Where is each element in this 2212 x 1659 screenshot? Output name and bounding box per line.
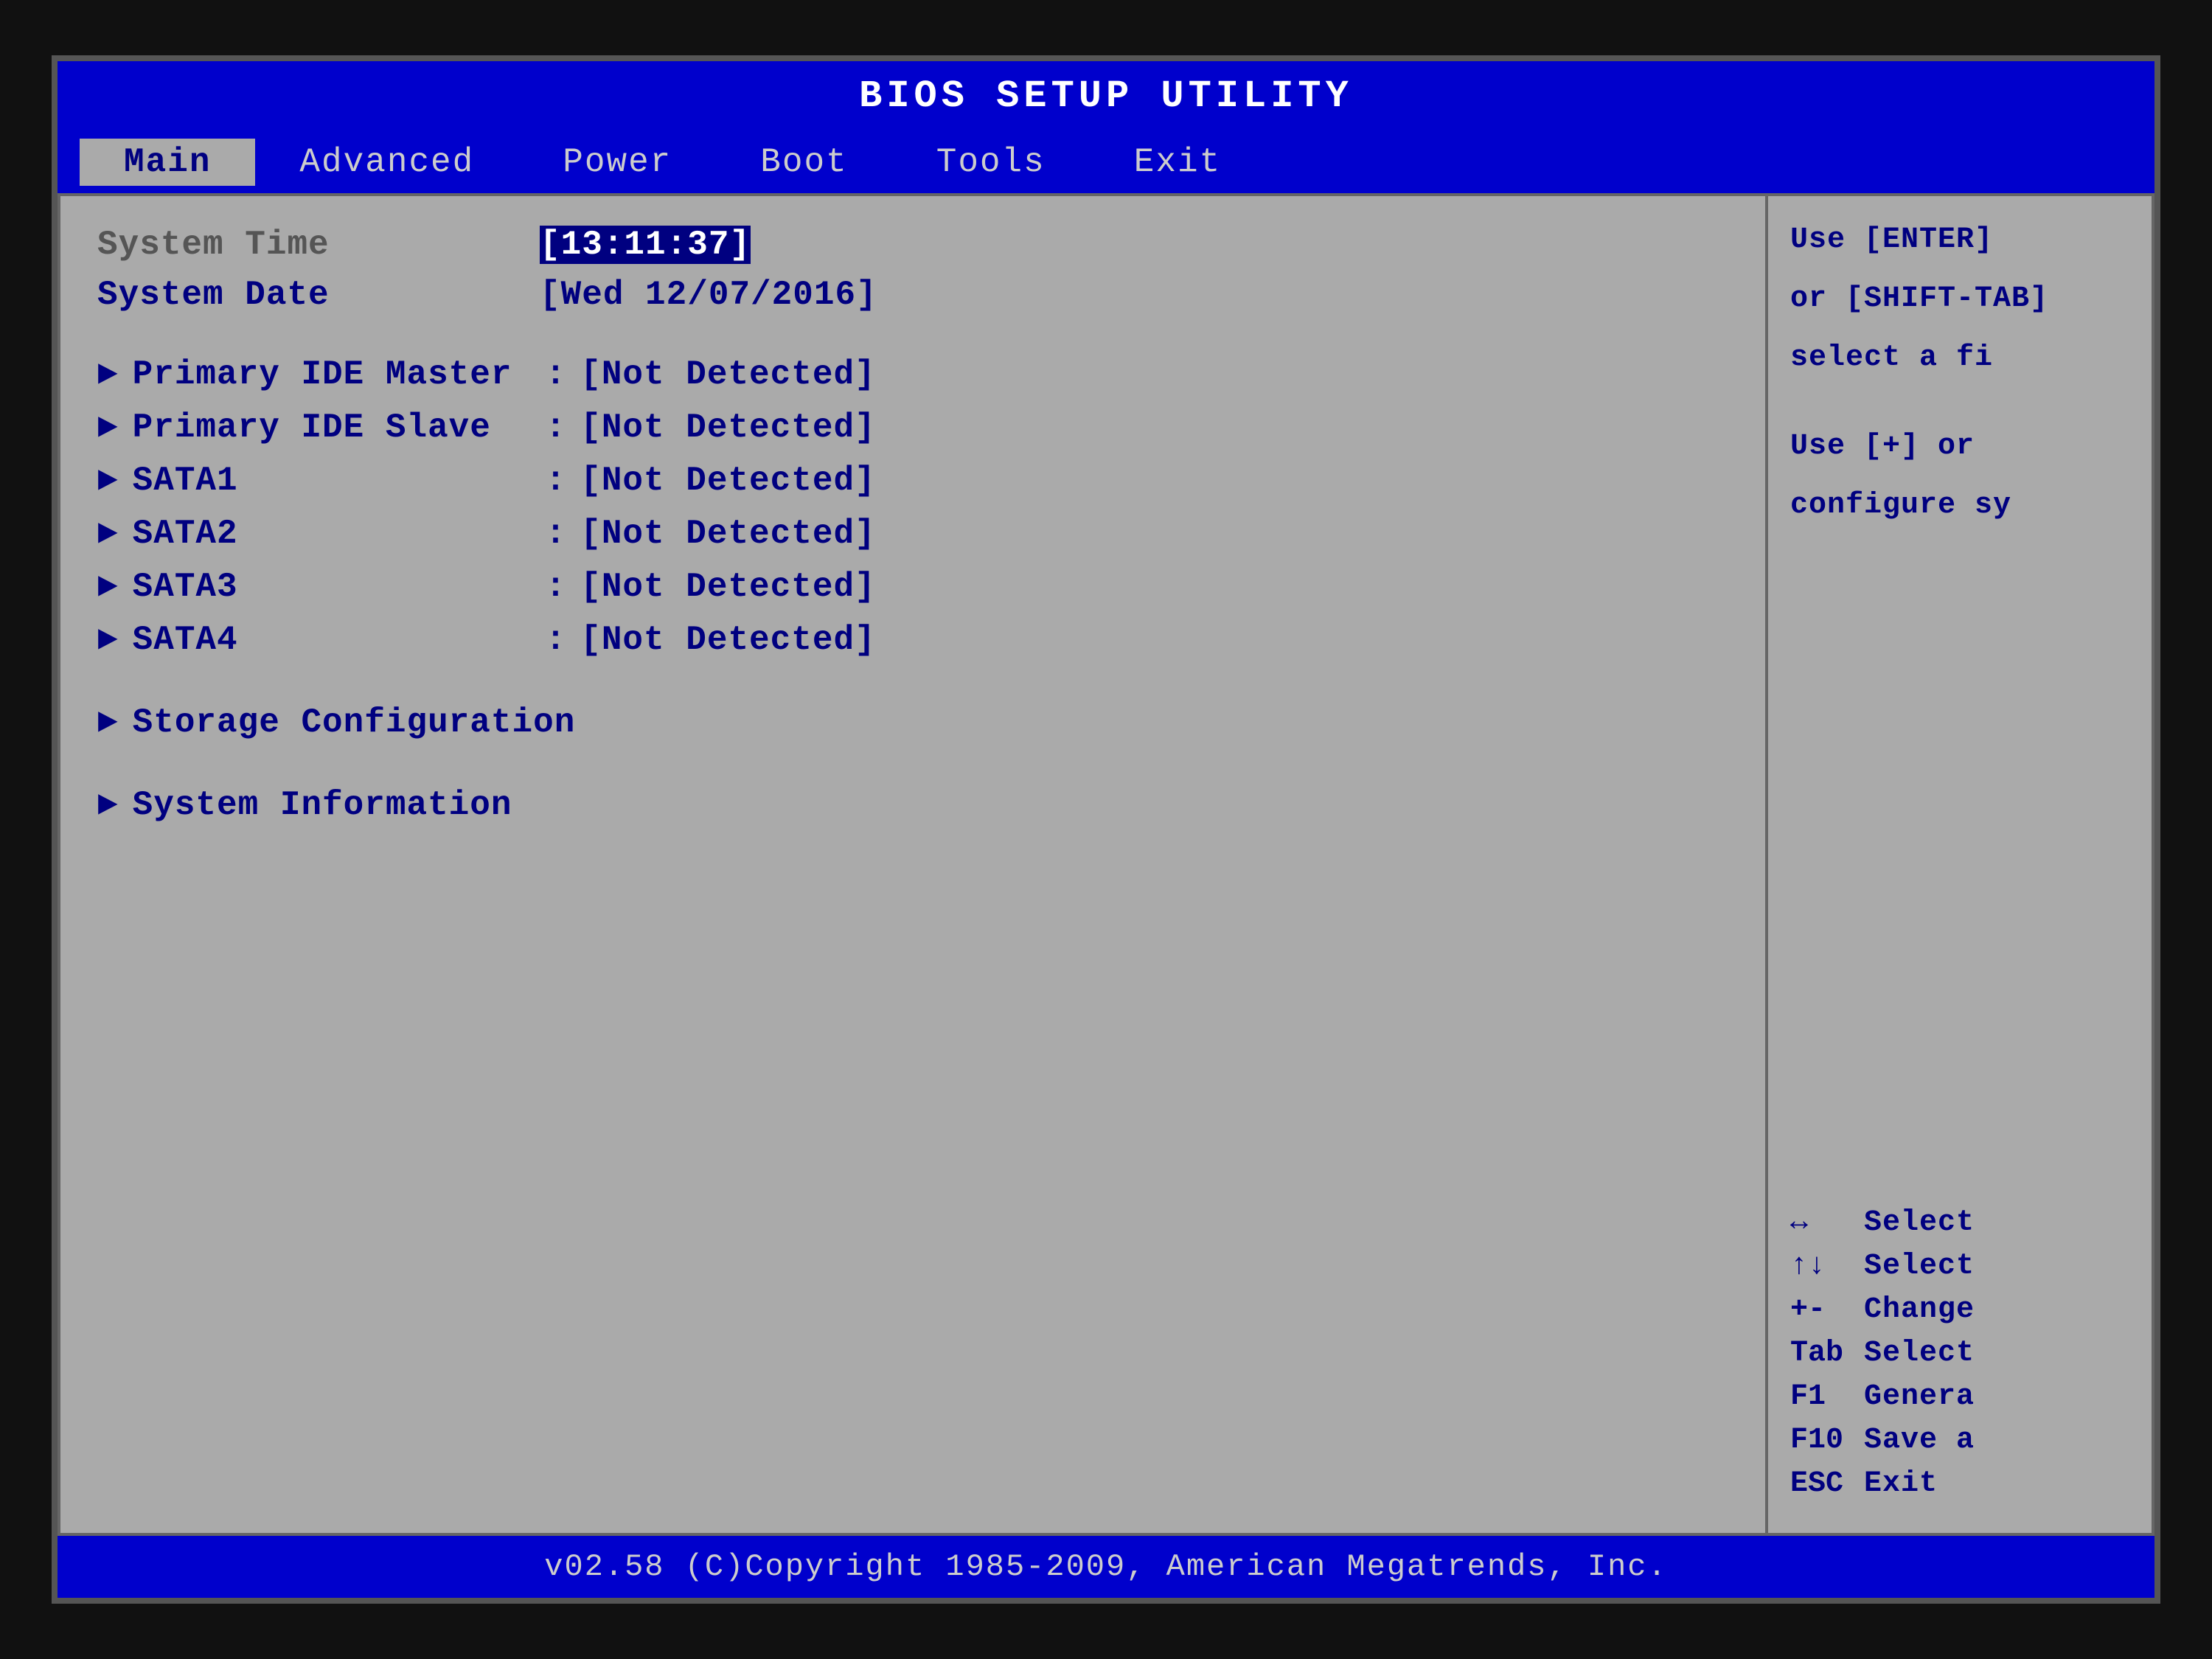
menu-bar[interactable]: Main Advanced Power Boot Tools Exit bbox=[58, 131, 2154, 193]
key-row-plusminus: +- Change bbox=[1790, 1293, 2129, 1326]
arrow-icon-5: ► bbox=[97, 568, 118, 606]
sep2: : bbox=[546, 408, 566, 447]
sata1-label: SATA1 bbox=[133, 462, 531, 500]
help-text-4: Use [+] or bbox=[1790, 425, 2129, 469]
storage-config-label: Storage Configuration bbox=[133, 703, 576, 742]
help-text-5: configure sy bbox=[1790, 484, 2129, 528]
sep4: : bbox=[546, 515, 566, 553]
arrow-icon-1: ► bbox=[97, 355, 118, 394]
key-desc-plusminus: Change bbox=[1864, 1293, 1975, 1326]
sata3-row[interactable]: ► SATA3 : [Not Detected] bbox=[97, 568, 1728, 606]
key-row-updown: ↑↓ Select bbox=[1790, 1250, 2129, 1283]
arrow-icon-4: ► bbox=[97, 515, 118, 553]
system-info-label: System Information bbox=[133, 786, 512, 824]
sata4-row[interactable]: ► SATA4 : [Not Detected] bbox=[97, 621, 1728, 659]
key-row-tab: Tab Select bbox=[1790, 1337, 2129, 1370]
system-date-value[interactable]: [Wed 12/07/2016] bbox=[540, 276, 877, 314]
key-symbol-updown: ↑↓ bbox=[1790, 1250, 1864, 1283]
key-row-f1: F1 Genera bbox=[1790, 1380, 2129, 1413]
system-time-row: System Time [13:11:37] bbox=[97, 226, 1728, 264]
main-panel: System Time [13:11:37] System Date [Wed … bbox=[60, 196, 1768, 1533]
sata2-label: SATA2 bbox=[133, 515, 531, 553]
key-desc-esc: Exit bbox=[1864, 1467, 1938, 1500]
sep1: : bbox=[546, 355, 566, 394]
menu-item-main[interactable]: Main bbox=[80, 139, 255, 186]
sata2-row[interactable]: ► SATA2 : [Not Detected] bbox=[97, 515, 1728, 553]
menu-item-boot[interactable]: Boot bbox=[716, 139, 891, 186]
key-row-esc: ESC Exit bbox=[1790, 1467, 2129, 1500]
bios-screen: BIOS SETUP UTILITY Main Advanced Power B… bbox=[52, 55, 2160, 1604]
sep3: : bbox=[546, 462, 566, 500]
help-text-2: or [SHIFT-TAB] bbox=[1790, 277, 2129, 321]
sep5: : bbox=[546, 568, 566, 606]
key-symbol-tab: Tab bbox=[1790, 1337, 1864, 1370]
sep6: : bbox=[546, 621, 566, 659]
key-desc-leftright: Select bbox=[1864, 1206, 1975, 1239]
primary-ide-slave-row[interactable]: ► Primary IDE Slave : [Not Detected] bbox=[97, 408, 1728, 447]
help-text-1: Use [ENTER] bbox=[1790, 218, 2129, 262]
arrow-icon-3: ► bbox=[97, 462, 118, 500]
storage-config-row[interactable]: ► Storage Configuration bbox=[97, 703, 1728, 742]
primary-ide-master-label: Primary IDE Master bbox=[133, 355, 531, 394]
menu-item-exit[interactable]: Exit bbox=[1090, 139, 1265, 186]
primary-ide-slave-label: Primary IDE Slave bbox=[133, 408, 531, 447]
primary-ide-master-value: [Not Detected] bbox=[580, 355, 875, 394]
menu-item-advanced[interactable]: Advanced bbox=[255, 139, 518, 186]
gap1 bbox=[97, 326, 1728, 355]
system-date-label: System Date bbox=[97, 276, 540, 314]
arrow-icon-2: ► bbox=[97, 408, 118, 447]
key-desc-updown: Select bbox=[1864, 1250, 1975, 1283]
key-symbol-leftright: ↔ bbox=[1790, 1206, 1864, 1239]
help-divider bbox=[1790, 543, 2129, 1206]
sata3-value: [Not Detected] bbox=[580, 568, 875, 606]
footer-text: v02.58 (C)Copyright 1985-2009, American … bbox=[544, 1549, 1667, 1585]
sata3-label: SATA3 bbox=[133, 568, 531, 606]
arrow-icon-7: ► bbox=[97, 703, 118, 742]
help-text-3: select a fi bbox=[1790, 336, 2129, 380]
key-desc-f1: Genera bbox=[1864, 1380, 1975, 1413]
key-help-section: ↔ Select ↑↓ Select +- Change Tab Select … bbox=[1790, 1206, 2129, 1511]
system-time-value[interactable]: [13:11:37] bbox=[540, 226, 751, 264]
sata4-value: [Not Detected] bbox=[580, 621, 875, 659]
footer: v02.58 (C)Copyright 1985-2009, American … bbox=[58, 1536, 2154, 1598]
key-row-f10: F10 Save a bbox=[1790, 1424, 2129, 1457]
help-panel: Use [ENTER] or [SHIFT-TAB] select a fi U… bbox=[1768, 196, 2152, 1533]
gap2 bbox=[97, 674, 1728, 703]
key-desc-f10: Save a bbox=[1864, 1424, 1975, 1457]
sata1-value: [Not Detected] bbox=[580, 462, 875, 500]
title-bar: BIOS SETUP UTILITY bbox=[58, 61, 2154, 131]
key-symbol-esc: ESC bbox=[1790, 1467, 1864, 1500]
key-symbol-f10: F10 bbox=[1790, 1424, 1864, 1457]
sata1-row[interactable]: ► SATA1 : [Not Detected] bbox=[97, 462, 1728, 500]
key-symbol-plusminus: +- bbox=[1790, 1293, 1864, 1326]
sata2-value: [Not Detected] bbox=[580, 515, 875, 553]
key-symbol-f1: F1 bbox=[1790, 1380, 1864, 1413]
system-date-row: System Date [Wed 12/07/2016] bbox=[97, 276, 1728, 314]
key-desc-tab: Select bbox=[1864, 1337, 1975, 1370]
system-time-label: System Time bbox=[97, 226, 540, 264]
primary-ide-slave-value: [Not Detected] bbox=[580, 408, 875, 447]
arrow-icon-6: ► bbox=[97, 621, 118, 659]
help-gap bbox=[1790, 395, 2129, 425]
menu-item-tools[interactable]: Tools bbox=[892, 139, 1090, 186]
system-info-row[interactable]: ► System Information bbox=[97, 786, 1728, 824]
bios-title: BIOS SETUP UTILITY bbox=[859, 74, 1353, 118]
gap3 bbox=[97, 757, 1728, 786]
content-area: System Time [13:11:37] System Date [Wed … bbox=[58, 193, 2154, 1536]
key-row-leftright: ↔ Select bbox=[1790, 1206, 2129, 1239]
primary-ide-master-row[interactable]: ► Primary IDE Master : [Not Detected] bbox=[97, 355, 1728, 394]
menu-item-power[interactable]: Power bbox=[518, 139, 716, 186]
sata4-label: SATA4 bbox=[133, 621, 531, 659]
arrow-icon-8: ► bbox=[97, 786, 118, 824]
